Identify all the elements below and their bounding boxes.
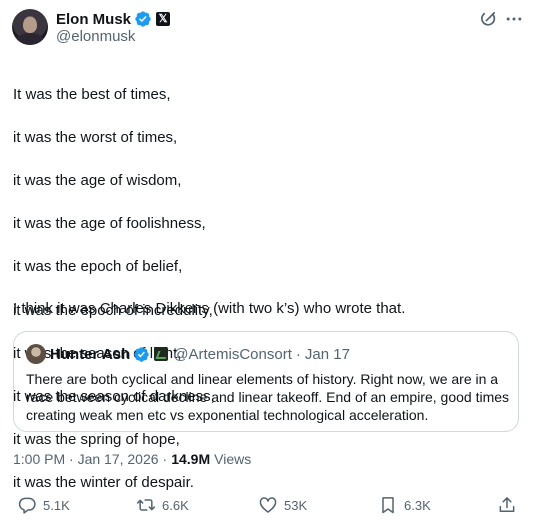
separator-dot: · [295, 345, 301, 363]
tweet-meta: 1:00 PM · Jan 17, 2026 · 14.9M Views [13, 451, 251, 467]
heart-icon [259, 497, 277, 513]
quoted-author-name: Hunter Ash [50, 345, 131, 363]
more-icon[interactable] [504, 9, 524, 29]
tweet-line: it was the worst of times, [13, 128, 178, 146]
verified-badge-icon [135, 11, 151, 27]
repost-icon [136, 499, 156, 511]
x-affiliate-icon: 𝕏 [156, 12, 171, 26]
share-button[interactable] [497, 492, 517, 518]
quoted-tweet-header: Hunter Ash @ArtemisConsort · Jan 17 [50, 344, 350, 364]
tweet-line: it was the winter of despair. [13, 474, 194, 492]
tweet-line: it was the epoch of belief, [13, 258, 183, 276]
tweet-line: it was the age of foolishness, [13, 215, 206, 233]
tweet-line: it was the age of wisdom, [13, 171, 182, 189]
tweet: Elon Musk 𝕏 @elonmusk It was the best of… [0, 0, 535, 521]
reply-button[interactable]: 5.1K [17, 492, 70, 518]
reply-icon [18, 497, 36, 514]
bookmark-count: 6.3K [404, 497, 431, 513]
like-button[interactable]: 53K [258, 492, 307, 518]
quoted-tweet-date: Jan 17 [304, 345, 350, 363]
quoted-tweet-card[interactable]: Hunter Ash @ArtemisConsort · Jan 17 Ther… [13, 331, 519, 432]
author-avatar[interactable] [12, 9, 48, 45]
repost-button[interactable]: 6.6K [136, 492, 189, 518]
quoted-author-avatar [26, 344, 46, 364]
author-name[interactable]: Elon Musk [56, 11, 131, 28]
tweet-line: it was the spring of hope, [13, 431, 180, 449]
views-count: 14.9M [171, 451, 211, 467]
quoted-tweet-text: There are both cyclical and linear eleme… [26, 371, 510, 423]
quoted-author-handle: @ArtemisConsort [173, 345, 292, 363]
separator-dot: · [162, 451, 168, 467]
bookmark-icon [382, 497, 394, 514]
tweet-timestamp[interactable]: 1:00 PM · Jan 17, 2026 [13, 451, 159, 467]
affiliate-badge-icon [154, 347, 169, 361]
author-name-row: Elon Musk 𝕏 [56, 9, 171, 29]
grok-icon[interactable] [478, 9, 498, 29]
tweet-closing-line: I think it was Charles Dikkens (with two… [13, 300, 406, 317]
bookmark-button[interactable]: 6.3K [378, 492, 431, 518]
like-count: 53K [284, 497, 308, 513]
views-label: Views [214, 451, 252, 467]
tweet-line: It was the best of times, [13, 85, 171, 103]
action-bar: 5.1K 6.6K 53K 6.3K [0, 492, 535, 518]
share-icon [499, 497, 515, 512]
repost-count: 6.6K [162, 497, 189, 513]
verified-badge-icon [134, 346, 150, 362]
author-handle[interactable]: @elonmusk [56, 28, 135, 45]
reply-count: 5.1K [43, 497, 70, 513]
tweet-text: It was the best of times, it was the wor… [13, 62, 523, 515]
